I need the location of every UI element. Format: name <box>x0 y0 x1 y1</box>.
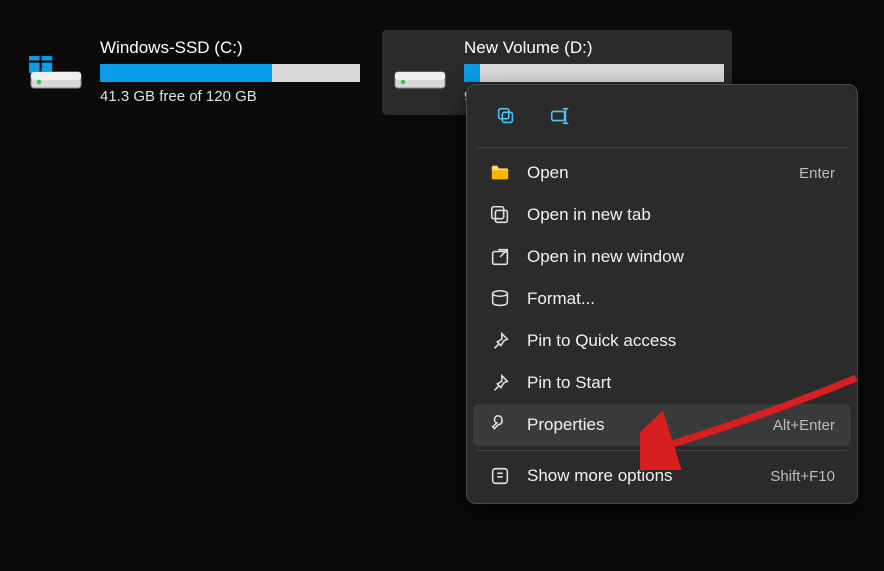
drive-item[interactable]: Windows-SSD (C:) 41.3 GB free of 120 GB <box>18 30 368 115</box>
menu-label: Show more options <box>527 466 754 486</box>
menu-item-open-new-window[interactable]: Open in new window <box>473 236 851 278</box>
drive-free-text: 41.3 GB free of 120 GB <box>100 88 360 105</box>
drive-usage-fill <box>100 64 272 82</box>
rename-icon <box>549 105 571 127</box>
menu-item-show-more[interactable]: Show more options Shift+F10 <box>473 455 851 497</box>
drive-title: Windows-SSD (C:) <box>100 36 360 58</box>
drive-usage-bar <box>464 64 724 82</box>
drive-icon <box>26 36 86 105</box>
pin-icon <box>489 330 511 352</box>
menu-separator <box>477 147 847 148</box>
menu-label: Format... <box>527 289 819 309</box>
menu-label: Open <box>527 163 783 183</box>
drive-usage-fill <box>464 64 480 82</box>
menu-label: Open in new window <box>527 247 819 267</box>
copy-button[interactable] <box>491 101 521 131</box>
drive-icon <box>390 36 450 105</box>
folder-icon <box>489 162 511 184</box>
menu-item-properties[interactable]: Properties Alt+Enter <box>473 404 851 446</box>
new-window-icon <box>489 246 511 268</box>
properties-icon <box>489 414 511 436</box>
pin-icon <box>489 372 511 394</box>
rename-button[interactable] <box>545 101 575 131</box>
more-icon <box>489 465 511 487</box>
menu-accelerator: Alt+Enter <box>773 417 835 434</box>
menu-label: Pin to Start <box>527 373 819 393</box>
menu-accelerator: Shift+F10 <box>770 468 835 485</box>
drive-usage-bar <box>100 64 360 82</box>
menu-accelerator: Enter <box>799 165 835 182</box>
menu-item-open-new-tab[interactable]: Open in new tab <box>473 194 851 236</box>
menu-label: Properties <box>527 415 757 435</box>
new-tab-icon <box>489 204 511 226</box>
context-menu: Open Enter Open in new tab Open in new w… <box>466 84 858 504</box>
menu-label: Pin to Quick access <box>527 331 819 351</box>
menu-separator <box>477 450 847 451</box>
copy-icon <box>495 105 517 127</box>
context-menu-topbar <box>473 91 851 143</box>
menu-item-open[interactable]: Open Enter <box>473 152 851 194</box>
drive-title: New Volume (D:) <box>464 36 724 58</box>
menu-item-format[interactable]: Format... <box>473 278 851 320</box>
format-icon <box>489 288 511 310</box>
menu-label: Open in new tab <box>527 205 819 225</box>
menu-item-pin-start[interactable]: Pin to Start <box>473 362 851 404</box>
menu-item-pin-quick-access[interactable]: Pin to Quick access <box>473 320 851 362</box>
